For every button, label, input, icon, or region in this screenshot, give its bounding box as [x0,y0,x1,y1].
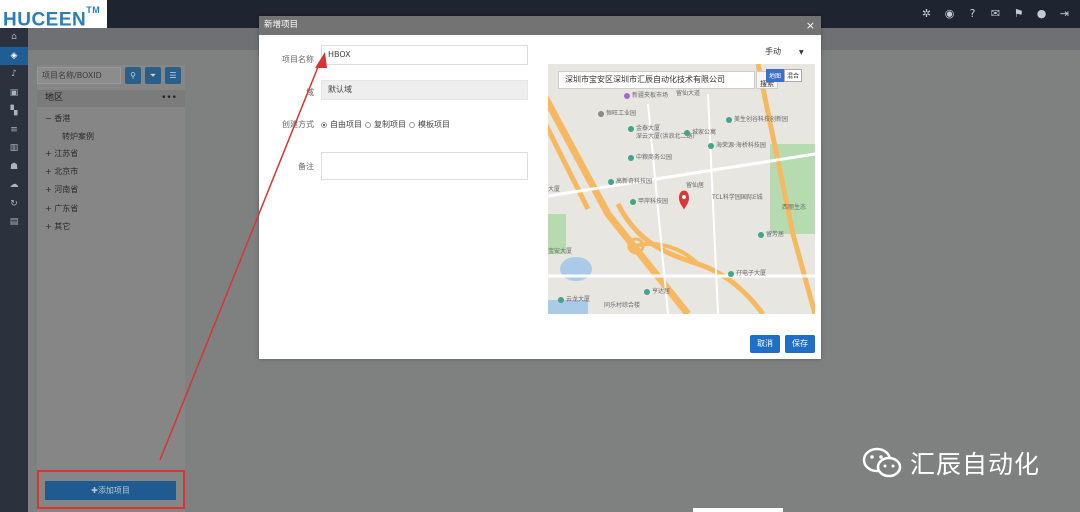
document-icon[interactable]: ▤ [0,213,28,232]
create-mode-label: 创建方式 [282,120,314,129]
watermark-text: 汇辰自动化 [910,450,1041,479]
map-poi: 留仙大道 [676,90,701,97]
watermark: 汇辰自动化 [862,445,1040,481]
note-label: 备注 [298,162,314,171]
create-mode-radios: 自由项目 复制项目 模板项目 [321,119,450,130]
tree-item-hongkong[interactable]: − 香港 [45,113,70,124]
map-poi: 留芳居 [758,229,784,238]
wechat-icon [862,447,902,478]
map-poi: 云龙大厦 [558,294,590,303]
user-icon[interactable]: ● [1030,5,1053,23]
top-icons: ✲ ◉ ? ✉ ⚑ ● ⇥ [915,5,1076,23]
tree-item-converter-case[interactable]: 转炉案例 [62,131,94,142]
new-project-dialog: 新增项目 × 项目名称 HBOX 域 默认域 创建方式 自由项目 复制项目 模板… [259,16,821,359]
map-poi: 城家公寓 [684,127,716,136]
dashboard-icon[interactable]: ▚ [0,102,28,121]
globe-icon[interactable]: ◉ [938,5,961,23]
radio-free-project[interactable] [321,121,327,128]
close-icon[interactable]: × [806,16,815,35]
note-textarea[interactable] [321,152,528,180]
project-search-input[interactable]: 项目名称/BOXID [37,67,121,84]
map-poi: 孖电子大厦 [728,268,766,277]
map-type-hybrid[interactable]: 混合 [784,69,803,82]
search-button[interactable]: ⚲ [125,67,141,84]
tree-item-henan[interactable]: + 河南省 [45,184,78,195]
map-poi: 留仙居 [686,182,705,189]
alarm-icon[interactable]: ♪ [0,65,28,84]
flag-icon[interactable]: ⚑ [1007,5,1030,23]
refresh-icon[interactable]: ↻ [0,195,28,214]
filter-button[interactable]: ⏷ [145,67,161,84]
tree-item-guangdong[interactable]: + 广东省 [45,203,78,214]
map-poi: 西丽生态 [782,204,807,211]
map-type-toggle: 地图 混合 [766,69,803,82]
cloud-icon[interactable]: ☁ [0,176,28,195]
map-poi: 恒旺工业园 [598,108,636,117]
project-icon[interactable]: ◈ [0,46,28,65]
project-sidebar [37,65,185,512]
bug-icon[interactable]: ✲ [915,5,938,23]
cancel-button[interactable]: 取消 [750,335,780,353]
dialog-title: 新增项目 [264,20,299,30]
users-icon[interactable]: ☗ [0,158,28,177]
radio-copy-project[interactable] [365,121,371,128]
database-icon[interactable]: ≡ [0,121,28,140]
domain-label: 域 [306,88,314,97]
exit-icon[interactable]: ⇥ [1053,5,1076,23]
domain-input[interactable]: 默认域 [321,80,528,100]
map-view[interactable]: 深圳市宝安区深圳市汇辰自动化技术有限公司 搜索 地图 混合 新疆夹板市场 留仙大… [548,64,815,314]
map-poi: TCL科学园国际E城 [712,194,763,201]
chart-icon[interactable]: ▥ [0,139,28,158]
tree-item-beijing[interactable]: + 北京市 [45,166,78,177]
map-search-input[interactable]: 深圳市宝安区深圳市汇辰自动化技术有限公司 [558,71,755,89]
left-nav: ⌂ ◈ ♪ ▣ ▚ ≡ ▥ ☗ ☁ ↻ ▤ [0,28,28,512]
brand-logo: HUCEENTM [0,0,107,30]
map-poi: 宝安大厦 [548,248,573,255]
map-poi: 高新奇科技园 [608,176,652,185]
project-name-label: 项目名称 [282,55,314,64]
list-button[interactable]: ☰ [165,67,181,84]
map-poi: 中粮商务公园 [628,152,672,161]
radio-template-project[interactable] [409,121,415,128]
region-more-button[interactable]: ••• [161,90,177,107]
annotation-highlight-box [37,470,185,509]
home-icon[interactable]: ⌂ [0,28,28,47]
map-poi: 新疆夹板市场 [624,90,668,99]
location-mode-select[interactable]: 手动 ▼ [765,46,804,57]
project-name-input[interactable]: HBOX [321,45,528,65]
map-poi: 亨达居 [644,286,670,295]
map-poi: 美生创谷科技创新园 [726,114,788,123]
map-poi: 甲岸科技园 [630,196,668,205]
dialog-header: 新增项目 × [259,16,821,35]
help-icon[interactable]: ? [961,5,984,23]
map-poi: 同乐村综合楼 [604,302,641,309]
save-button[interactable]: 保存 [785,335,815,353]
map-type-map[interactable]: 地图 [766,69,785,82]
map-poi: 大厦 [548,186,561,193]
tree-item-other[interactable]: + 其它 [45,221,70,232]
region-header: 地区 ••• [37,90,185,107]
map-poi: 海荣源·海桥科技园 [708,140,766,149]
bottom-fragment [693,508,783,512]
tree-item-jiangsu[interactable]: + 江苏省 [45,148,78,159]
mail-icon[interactable]: ✉ [984,5,1007,23]
map-roads [548,64,815,314]
device-icon[interactable]: ▣ [0,84,28,103]
